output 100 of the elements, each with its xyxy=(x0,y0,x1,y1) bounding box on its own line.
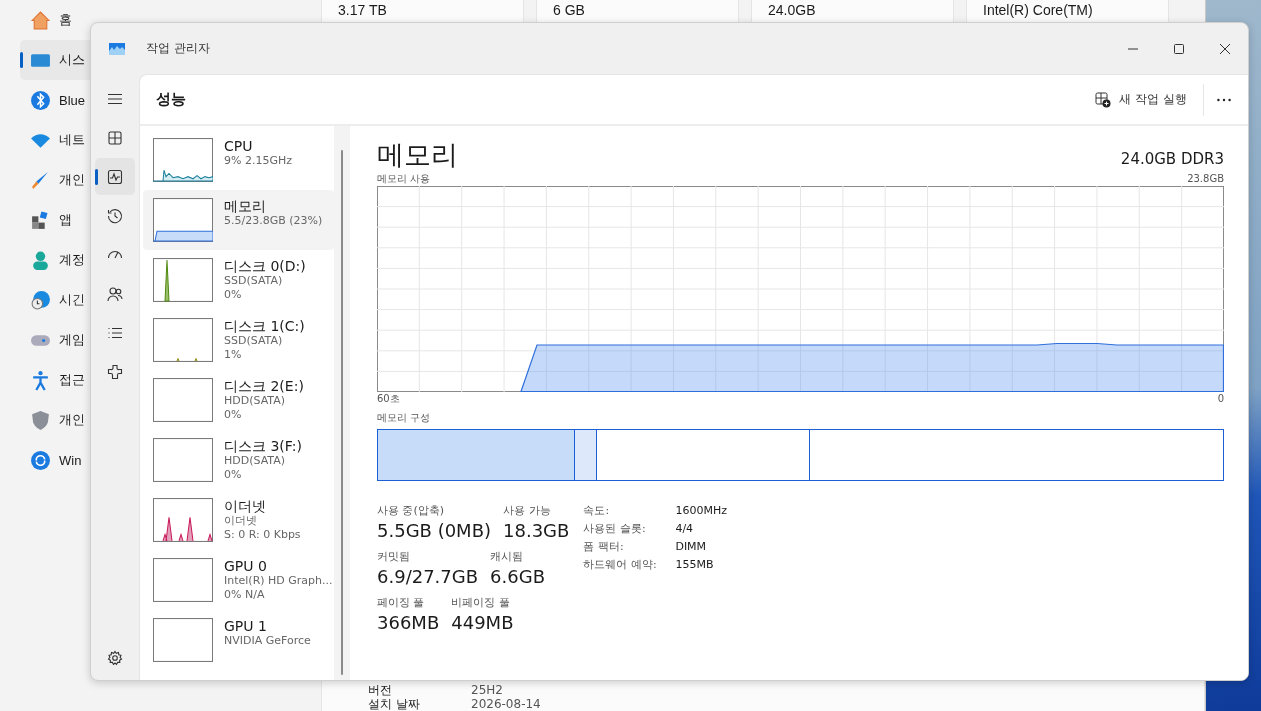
settings-nav-item[interactable]: Blue xyxy=(20,80,90,120)
property-value: DIMM xyxy=(675,539,708,555)
resource-item[interactable]: 디스크 0(D:) SSD(SATA) 0% xyxy=(143,250,334,310)
property-value: 155MB xyxy=(675,557,715,573)
stat-label: 커밋됨 xyxy=(377,549,411,565)
resource-item[interactable]: 디스크 3(F:) HDD(SATA) 0% xyxy=(143,430,334,490)
time-icon xyxy=(30,289,51,311)
resource-item[interactable]: 이더넷 이더넷 S: 0 R: 0 Kbps xyxy=(143,490,334,550)
memory-spec: 24.0GB DDR3 xyxy=(1120,150,1224,170)
usage-thumbnail xyxy=(153,258,213,302)
property-label: 속도: xyxy=(583,503,611,519)
settings-nav-item[interactable]: 계정 xyxy=(20,240,90,280)
resource-detail: HDD(SATA) xyxy=(224,394,287,408)
app-icon xyxy=(109,42,125,55)
usage-thumbnail xyxy=(153,138,213,182)
usage-thumbnail xyxy=(153,438,213,482)
account-icon xyxy=(30,249,51,271)
resource-detail: S: 0 R: 0 Kbps xyxy=(224,528,301,542)
resource-item[interactable]: GPU 1 NVIDIA GeForce xyxy=(143,610,334,670)
resource-name: GPU 1 xyxy=(224,618,268,634)
stat-label: 사용 중(압축) xyxy=(377,503,446,519)
resource-item[interactable]: GPU 0 Intel(R) HD Graph... 0% N/A xyxy=(143,550,334,610)
run-new-task-button[interactable]: 새 작업 실행 xyxy=(1087,85,1195,114)
settings-nav-item[interactable]: Win xyxy=(20,440,90,480)
resource-detail: 0% xyxy=(224,288,243,302)
bluetooth-icon xyxy=(30,89,51,111)
resource-detail: NVIDIA GeForce xyxy=(224,634,311,648)
spec-label: 버전 xyxy=(368,683,393,697)
usage-thumbnail xyxy=(153,378,213,422)
resource-detail: 9% 2.15GHz xyxy=(224,154,292,168)
access-icon xyxy=(30,369,51,391)
axis-label: 0 xyxy=(1217,392,1224,406)
stat-label: 사용 가능 xyxy=(503,503,552,519)
grid-icon xyxy=(107,129,123,146)
spec-value: 2026-08-14 xyxy=(471,697,541,711)
property-value: 1600MHz xyxy=(675,503,727,519)
settings-nav-item[interactable]: 홈 xyxy=(20,0,90,40)
resource-detail: 이더넷 xyxy=(224,514,258,528)
resource-detail: Intel(R) HD Graph... xyxy=(224,574,333,588)
users-icon xyxy=(107,285,123,302)
resource-name: CPU xyxy=(224,138,254,154)
settings-nav-item[interactable]: 접근 xyxy=(20,360,90,400)
property-value: 4/4 xyxy=(675,521,695,537)
usage-thumbnail xyxy=(153,558,213,602)
settings-nav-item[interactable]: 네트 xyxy=(20,120,90,160)
stat-label: 캐시됨 xyxy=(490,549,525,565)
axis-label: 60초 xyxy=(377,392,400,406)
resource-item[interactable]: 메모리 5.5/23.8GB (23%) xyxy=(143,190,334,250)
property-label: 하드웨어 예약: xyxy=(583,557,658,573)
resource-name: 디스크 3(F:) xyxy=(224,438,302,454)
settings-icon[interactable] xyxy=(107,650,123,666)
resource-name: 디스크 1(C:) xyxy=(224,318,305,334)
stat-value: 6.9/27.7GB xyxy=(377,565,479,589)
detail-title: 메모리 xyxy=(377,138,458,172)
usage-thumbnail xyxy=(153,198,213,242)
stat-value: 366MB xyxy=(377,611,440,635)
resource-item[interactable]: CPU 9% 2.15GHz xyxy=(143,130,334,190)
settings-nav-item[interactable]: 시스 xyxy=(20,40,90,80)
resource-detail: 1% xyxy=(224,348,243,362)
new-task-icon xyxy=(1095,91,1112,108)
settings-nav-item[interactable]: 개인 xyxy=(20,160,90,200)
usage-thumbnail xyxy=(153,318,213,362)
resource-item[interactable]: 디스크 1(C:) SSD(SATA) 1% xyxy=(143,310,334,370)
window-title: 작업 관리자 xyxy=(146,40,210,57)
brush-icon xyxy=(30,169,51,191)
resource-detail: 5.5/23.8GB (23%) xyxy=(224,214,323,228)
resource-detail: 0% xyxy=(224,408,243,422)
page-title: 성능 xyxy=(156,90,186,109)
resource-detail: 0% N/A xyxy=(224,588,266,602)
composition-label: 메모리 구성 xyxy=(377,411,432,425)
resource-name: 디스크 2(E:) xyxy=(224,378,304,394)
settings-nav-item[interactable]: 개인 xyxy=(20,400,90,440)
update-icon xyxy=(30,449,51,471)
graph-label: 메모리 사용 xyxy=(377,172,431,186)
resource-name: GPU 0 xyxy=(224,558,268,574)
resource-name: 디스크 0(D:) xyxy=(224,258,306,274)
property-label: 사용된 슬롯: xyxy=(583,521,647,537)
stat-value: 6.6GB xyxy=(490,565,545,589)
resource-name: 메모리 xyxy=(224,198,267,214)
scrollbar[interactable] xyxy=(341,150,343,675)
settings-nav-item[interactable]: 시긴 xyxy=(20,280,90,320)
history-icon xyxy=(107,207,123,224)
settings-nav-item[interactable]: 게임 xyxy=(20,320,90,360)
stat-value: 5.5GB (0MB) xyxy=(377,519,492,543)
stat-label: 페이징 풀 xyxy=(377,595,426,611)
resource-detail: SSD(SATA) xyxy=(224,274,284,288)
nav-button[interactable] xyxy=(95,158,135,195)
usage-thumbnail xyxy=(153,618,213,662)
stat-value: 449MB xyxy=(451,611,514,635)
spec-label: 설치 날짜 xyxy=(368,697,421,711)
resource-item[interactable]: 디스크 2(E:) HDD(SATA) 0% xyxy=(143,370,334,430)
more-options-icon[interactable] xyxy=(1216,96,1232,103)
stat-label: 비페이징 풀 xyxy=(451,595,511,611)
property-label: 폼 팩터: xyxy=(583,539,625,555)
resource-detail: HDD(SATA) xyxy=(224,454,287,468)
home-icon xyxy=(30,9,51,31)
stat-value: 18.3GB xyxy=(503,519,570,543)
spec-value: 25H2 xyxy=(471,683,503,697)
settings-nav-item[interactable]: 앱 xyxy=(20,200,90,240)
graph-max-label: 23.8GB xyxy=(1187,172,1224,186)
